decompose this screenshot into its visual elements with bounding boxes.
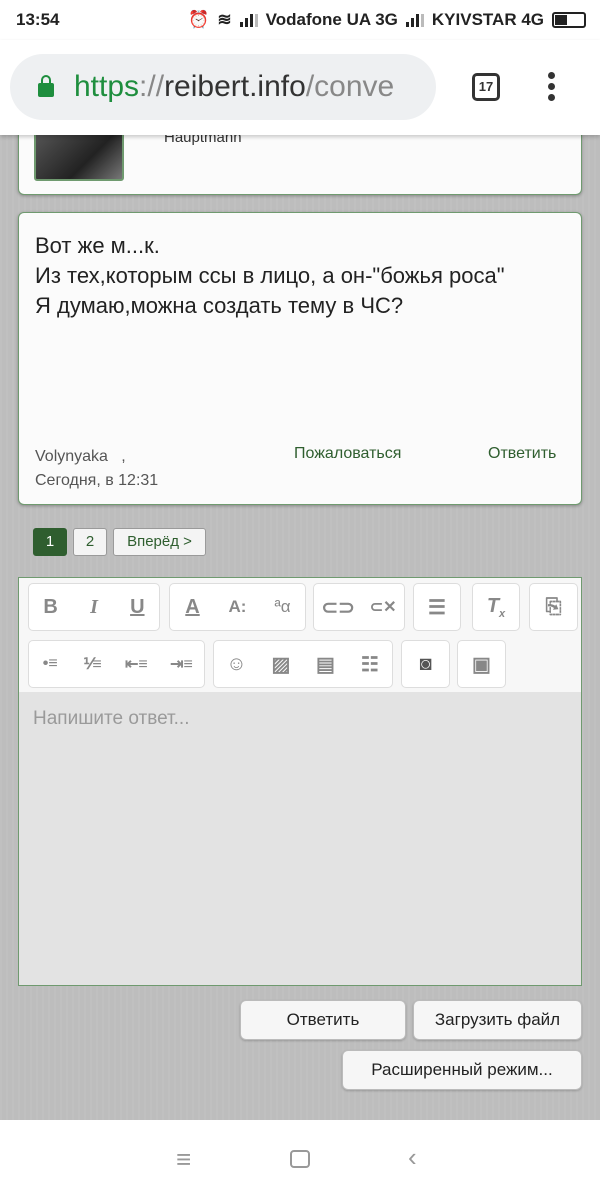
post-message: Вот же м...к. Из тех,которым ссы в лицо,…: [35, 231, 555, 321]
author-link[interactable]: Volynyaka: [35, 448, 108, 465]
editor-toolbar: B I U A A: ªα ⊂⊃ ⊂✕ ☰ Tx ⎘ •≡ ⅟≡ ⇤≡ ⇥≡ ☺…: [19, 578, 581, 692]
smiley-icon[interactable]: ☺: [226, 653, 246, 676]
numbered-list-icon[interactable]: ⅟≡: [83, 654, 103, 674]
carrier-1: Vodafone UA 3G: [265, 10, 398, 29]
android-nav-bar: ≡ ‹: [0, 1120, 600, 1200]
reply-link[interactable]: Ответить: [488, 445, 556, 463]
more-menu-icon[interactable]: [548, 72, 556, 105]
post-line: Я думаю,можна создать тему в ЧС?: [35, 293, 404, 318]
indent-icon[interactable]: ⇥≡: [170, 654, 193, 674]
reply-button[interactable]: Ответить: [240, 1000, 406, 1040]
bulleted-list-icon[interactable]: •≡: [40, 655, 60, 673]
post: Вот же м...к. Из тех,которым ссы в лицо,…: [18, 212, 582, 505]
template-icon[interactable]: ☷: [360, 652, 380, 677]
bold-button[interactable]: B: [41, 596, 61, 619]
outdent-icon[interactable]: ⇤≡: [125, 654, 148, 674]
menu-icon[interactable]: ≡: [176, 1144, 191, 1175]
font-family-button[interactable]: ªα: [273, 597, 293, 617]
advanced-mode-button[interactable]: Расширенный режим...: [342, 1050, 582, 1090]
remove-format-icon[interactable]: Tx: [486, 595, 506, 620]
alarm-icon: ⏰: [188, 10, 210, 29]
status-bar: 13:54 ⏰ ≋ Vodafone UA 3G KYIVSTAR 4G: [0, 0, 600, 40]
url-scheme: https: [74, 70, 140, 103]
sep: ,: [121, 448, 126, 465]
underline-button[interactable]: U: [127, 596, 147, 619]
back-icon[interactable]: ‹: [408, 1142, 417, 1173]
post-line: Из тех,которым ссы в лицо, а он-"божья р…: [35, 263, 505, 288]
home-icon[interactable]: [290, 1150, 310, 1168]
carrier-2: KYIVSTAR 4G: [431, 10, 544, 29]
post-time[interactable]: Сегодня, в 12:31: [35, 472, 158, 489]
reply-input[interactable]: Напишите ответ...: [33, 708, 189, 730]
battery-icon: [552, 12, 586, 28]
post-meta: Volynyaka , Сегодня, в 12:31: [35, 445, 158, 493]
clock: 13:54: [16, 10, 60, 29]
font-color-button[interactable]: A: [183, 596, 203, 619]
post-line: Вот же м...к.: [35, 233, 160, 258]
source-mode-icon[interactable]: ⎘: [544, 596, 564, 619]
image-icon[interactable]: ▨: [271, 652, 291, 677]
align-icon[interactable]: ☰: [427, 595, 447, 620]
italic-button[interactable]: I: [84, 596, 104, 619]
avatar[interactable]: [34, 131, 124, 181]
font-size-button[interactable]: A:: [228, 597, 248, 617]
next-page-button[interactable]: Вперёд >: [113, 528, 206, 556]
signal-icon: [405, 13, 424, 27]
url-sep: ://: [139, 70, 165, 103]
wifi-icon: ≋: [217, 10, 232, 29]
camera-icon[interactable]: ◙: [416, 653, 436, 676]
reply-editor: B I U A A: ªα ⊂⊃ ⊂✕ ☰ Tx ⎘ •≡ ⅟≡ ⇤≡ ⇥≡ ☺…: [18, 577, 582, 986]
lock-icon: [38, 75, 54, 97]
page-2[interactable]: 2: [73, 528, 107, 556]
url-path: /conve: [305, 70, 395, 103]
report-link[interactable]: Пожаловаться: [294, 445, 401, 463]
tab-switcher-button[interactable]: 17: [472, 73, 500, 101]
upload-file-button[interactable]: Загрузить файл: [413, 1000, 582, 1040]
link-icon[interactable]: ⊂⊃: [321, 595, 355, 620]
unlink-icon[interactable]: ⊂✕: [370, 597, 397, 617]
browser-toolbar: https://reibert.info/conve 17: [0, 40, 600, 135]
url-bar[interactable]: https://reibert.info/conve: [10, 54, 436, 120]
url-host: reibert.info: [164, 70, 306, 103]
page-1[interactable]: 1: [33, 528, 67, 556]
media-icon[interactable]: ▤: [315, 652, 335, 677]
save-draft-icon[interactable]: ▣: [472, 652, 492, 677]
signal-icon: [239, 13, 258, 27]
